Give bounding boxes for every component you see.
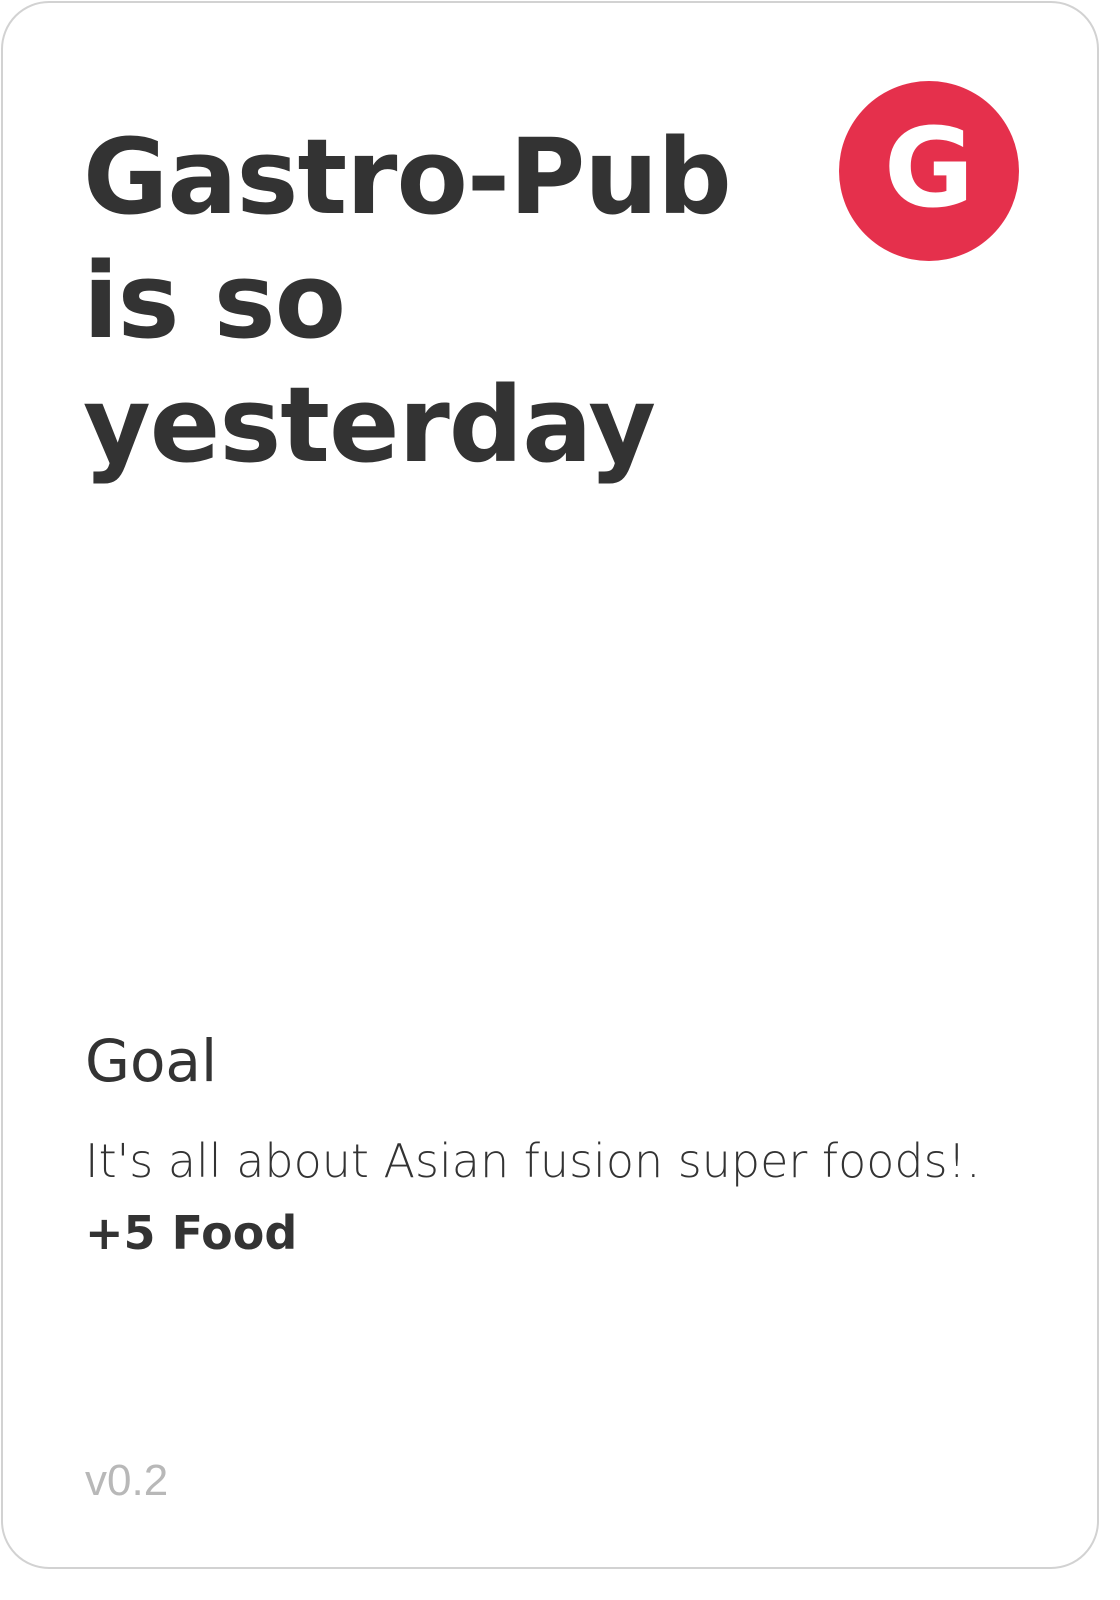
category-badge-icon: G [839,81,1019,261]
card-title-line: is so [83,240,346,362]
card: Gastro-Pub is so yesterday G Goal It's a… [1,1,1099,1569]
badge-letter: G [883,104,975,232]
goal-description: It's all about Asian fusion super foods!… [85,1134,981,1188]
card-title-line: yesterday [83,364,656,486]
card-title-line: Gastro-Pub [83,116,732,238]
version-label: v0.2 [85,1456,169,1505]
goal-reward: +5 Food [85,1206,298,1260]
goal-label: Goal [85,1027,218,1095]
card-title: Gastro-Pub is so yesterday [83,115,763,487]
